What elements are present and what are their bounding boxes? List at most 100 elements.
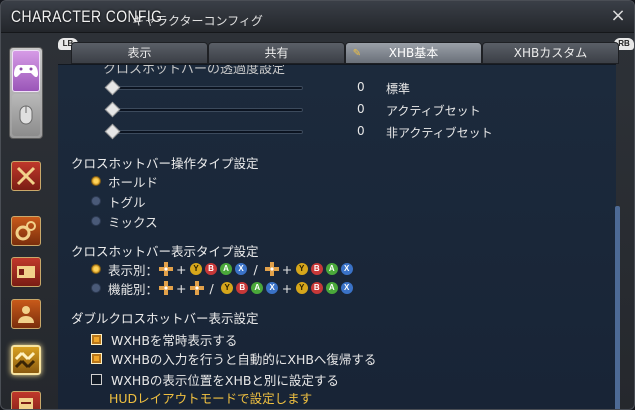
b-button-icon: B	[310, 282, 323, 294]
y-button-icon: Y	[295, 263, 308, 275]
id-card-icon	[17, 266, 35, 278]
window-subtitle: キャラクターコンフィグ	[132, 14, 263, 28]
dpad-icon	[159, 262, 174, 276]
slider-value: 0	[357, 80, 365, 94]
display-type-by-function[interactable]: 機能別： + / Y B A X + Y B A X	[91, 279, 354, 297]
sidebar	[1, 39, 51, 409]
category-log[interactable]	[11, 391, 41, 409]
mouse-mode-button[interactable]	[12, 94, 40, 136]
category-profile[interactable]	[11, 257, 41, 287]
y-button-icon: Y	[295, 282, 308, 294]
op-type-hold[interactable]: ホールド	[91, 172, 158, 190]
wxhb-separate-position[interactable]: WXHBの表示位置をXHBと別に設定する	[91, 370, 339, 388]
person-icon	[18, 306, 34, 323]
close-button[interactable]: ×	[609, 7, 627, 25]
x-button-icon: X	[340, 282, 353, 294]
dpad-icon	[264, 262, 279, 276]
device-switch	[9, 47, 43, 139]
slider-label: 標準	[386, 82, 411, 96]
b-button-icon: B	[205, 263, 217, 275]
scrollbar[interactable]	[615, 206, 620, 409]
chain-icon	[14, 351, 36, 369]
tab-label: XHBカスタム	[513, 46, 588, 60]
slider-knob[interactable]	[104, 101, 121, 118]
settings-panel: クロスホットバーの透過度設定 0 標準 0 アクティブセット 0 非アクティブセ…	[58, 64, 616, 409]
category-character[interactable]	[11, 299, 41, 329]
slider-knob[interactable]	[104, 79, 121, 96]
option-label: 機能別：	[108, 281, 159, 297]
a-button-icon: A	[251, 282, 264, 294]
checkbox[interactable]	[91, 352, 102, 364]
tab-label: 共有	[264, 46, 289, 60]
category-system[interactable]	[11, 216, 41, 246]
double-xhb-heading: ダブルクロスホットバー表示設定	[71, 311, 259, 326]
tab-xhb-basic[interactable]: ✎ XHB基本	[345, 42, 482, 64]
radio-button[interactable]	[91, 216, 101, 226]
display-type-by-display[interactable]: 表示別： + Y B A X / + Y B A X	[91, 260, 354, 278]
slider-value: 0	[357, 102, 365, 116]
option-label: 表示別：	[108, 262, 159, 278]
mouse-icon	[19, 105, 33, 125]
a-button-icon: A	[325, 263, 338, 275]
gears-icon	[15, 221, 36, 241]
x-button-icon: X	[340, 263, 353, 275]
tab-label: 表示	[127, 46, 152, 60]
slider-value: 0	[357, 124, 365, 138]
radio-button[interactable]	[91, 283, 101, 293]
transparency-heading: クロスホットバーの透過度設定	[103, 64, 286, 77]
character-config-window: CHARACTER CONFIG キャラクターコンフィグ × LB RB 表示 …	[0, 0, 635, 410]
op-type-toggle[interactable]: トグル	[91, 192, 146, 210]
option-label: WXHBの表示位置をXHBと別に設定する	[111, 372, 339, 388]
option-label: ミックス	[108, 214, 158, 230]
slider-active-set: 0 アクティブセット	[103, 100, 603, 120]
x-button-icon: X	[266, 282, 279, 294]
tab-label: XHB基本	[388, 46, 439, 60]
y-button-icon: Y	[221, 282, 234, 294]
slider-track[interactable]	[113, 86, 303, 90]
option-label: WXHBの入力を行うと自動的にXHBへ復帰する	[111, 351, 377, 367]
y-button-icon: Y	[190, 263, 202, 275]
slash-separator: /	[209, 280, 214, 296]
b-button-icon: B	[310, 263, 323, 275]
a-button-icon: A	[325, 282, 338, 294]
slider-track[interactable]	[113, 108, 303, 112]
x-button-icon: X	[235, 263, 247, 275]
radio-button[interactable]	[91, 176, 101, 186]
category-hotbar[interactable]	[11, 345, 41, 375]
plus-sign: +	[176, 261, 187, 277]
slider-inactive-set: 0 非アクティブセット	[103, 122, 603, 142]
document-icon	[19, 398, 33, 409]
b-button-icon: B	[236, 282, 249, 294]
op-type-mix[interactable]: ミックス	[91, 212, 158, 230]
checkbox[interactable]	[91, 333, 102, 345]
tab-bar: 表示 共有 ✎ XHB基本 XHBカスタム	[71, 42, 619, 64]
plus-sign: +	[281, 280, 293, 296]
checkbox[interactable]	[91, 373, 102, 385]
option-label: ホールド	[108, 174, 159, 190]
title-bar: CHARACTER CONFIG キャラクターコンフィグ ×	[1, 1, 634, 33]
plus-sign: +	[281, 261, 293, 277]
display-type-heading: クロスホットバー表示タイプ設定	[71, 244, 259, 259]
slider-label: 非アクティブセット	[386, 126, 493, 140]
slider-standard: 0 標準	[103, 78, 603, 98]
slider-knob[interactable]	[104, 123, 121, 140]
wxhb-always-show[interactable]: WXHBを常時表示する	[91, 330, 237, 348]
gamepad-icon	[14, 65, 38, 78]
tab-shared[interactable]: 共有	[208, 42, 345, 64]
plus-sign: +	[176, 280, 187, 296]
tab-display[interactable]: 表示	[71, 42, 208, 64]
pencil-icon: ✎	[352, 48, 362, 59]
wxhb-auto-return[interactable]: WXHBの入力を行うと自動的にXHBへ復帰する	[91, 349, 376, 367]
radio-button[interactable]	[91, 196, 101, 206]
crossed-swords-icon	[16, 166, 36, 186]
tab-xhb-custom[interactable]: XHBカスタム	[482, 42, 619, 64]
radio-button[interactable]	[91, 264, 101, 274]
option-label: トグル	[108, 194, 146, 210]
slash-separator: /	[253, 261, 258, 277]
category-combat[interactable]	[11, 161, 41, 191]
gamepad-mode-button[interactable]	[12, 50, 40, 92]
slider-track[interactable]	[113, 130, 303, 134]
dpad-icon	[159, 281, 174, 295]
dpad-icon	[189, 281, 204, 295]
hud-layout-note: HUDレイアウトモードで設定します	[109, 391, 313, 406]
